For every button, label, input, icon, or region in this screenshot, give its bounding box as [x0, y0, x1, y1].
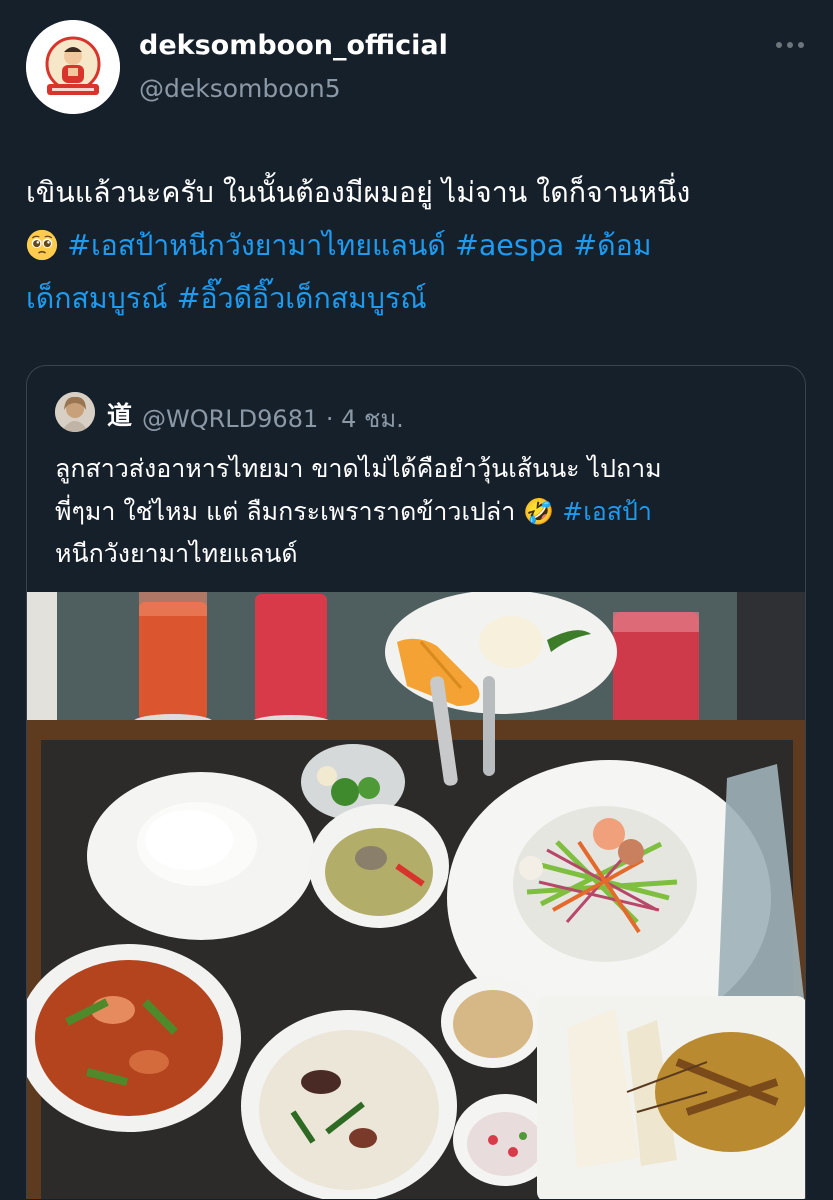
tweet-text-line: เขินแล้วนะครับ ในนั้นต้องมีผมอยู่ ไม่จาน… [26, 176, 691, 209]
quoted-text-line: หนีกวังยามาไทยแลนด์ [55, 539, 298, 568]
quoted-handle[interactable]: @WQRLD9681 [142, 405, 318, 433]
hashtag-link[interactable]: #เอสป้าหนีกวังยามาไทยแลนด์ [67, 229, 446, 262]
quoted-meta: @WQRLD9681 · 4 ชม. [142, 399, 404, 438]
user-handle[interactable]: @deksomboon5 [139, 74, 341, 103]
hashtag-link[interactable]: #aespa [455, 229, 564, 262]
hashtag-link[interactable]: #เอสป้า [562, 497, 652, 526]
profile-avatar[interactable] [26, 20, 120, 114]
tweet-header: deksomboon_official @deksomboon5 [0, 0, 833, 150]
hashtag-link[interactable]: #อิ๊วดีอิ๊วเด็กสมบูรณ์ [177, 282, 427, 315]
thai-food-tray-image [27, 592, 805, 1199]
quoted-text: ลูกสาวส่งอาหารไทยมา ขาดไม่ได้คือยำวุ้นเส… [55, 448, 795, 576]
pleading-face-icon [26, 229, 58, 261]
quoted-tweet[interactable]: 道 @WQRLD9681 · 4 ชม. ลูกสาวส่งอาหารไทยมา… [26, 365, 806, 1199]
hashtag-link[interactable]: เด็กสมบูรณ์ [26, 282, 168, 315]
brand-logo-icon [26, 20, 120, 114]
more-dot [787, 42, 793, 48]
more-horizontal-icon[interactable] [770, 30, 810, 60]
tweet-text: เขินแล้วนะครับ ในนั้นต้องมีผมอยู่ ไม่จาน… [26, 166, 816, 325]
quoted-display-name[interactable]: 道 [107, 396, 132, 432]
tweet-text-line: เด็กสมบูรณ์ #อิ๊วดีอิ๊วเด็กสมบูรณ์ [26, 272, 816, 325]
hashtag-link[interactable]: #ด้อม [573, 229, 651, 262]
display-name[interactable]: deksomboon_official [139, 30, 448, 61]
quoted-time[interactable]: 4 ชม. [341, 405, 404, 433]
quoted-avatar[interactable] [55, 392, 95, 432]
meta-separator: · [325, 405, 334, 433]
food-photo[interactable] [27, 592, 805, 1199]
more-dot [776, 42, 782, 48]
quoted-text-segment: พี่ๆมา ใช่ไหม แต่ ลืมกระเพราราดข้าวเปล่า… [55, 496, 555, 526]
avatar-photo-icon [55, 392, 95, 432]
tweet-text-line: #เอสป้าหนีกวังยามาไทยแลนด์ #aespa #ด้อม [26, 219, 816, 272]
quoted-text-line: ลูกสาวส่งอาหารไทยมา ขาดไม่ได้คือยำวุ้นเส… [55, 454, 662, 483]
quoted-text-line: พี่ๆมา ใช่ไหม แต่ ลืมกระเพราราดข้าวเปล่า… [55, 491, 795, 534]
more-dot [798, 42, 804, 48]
